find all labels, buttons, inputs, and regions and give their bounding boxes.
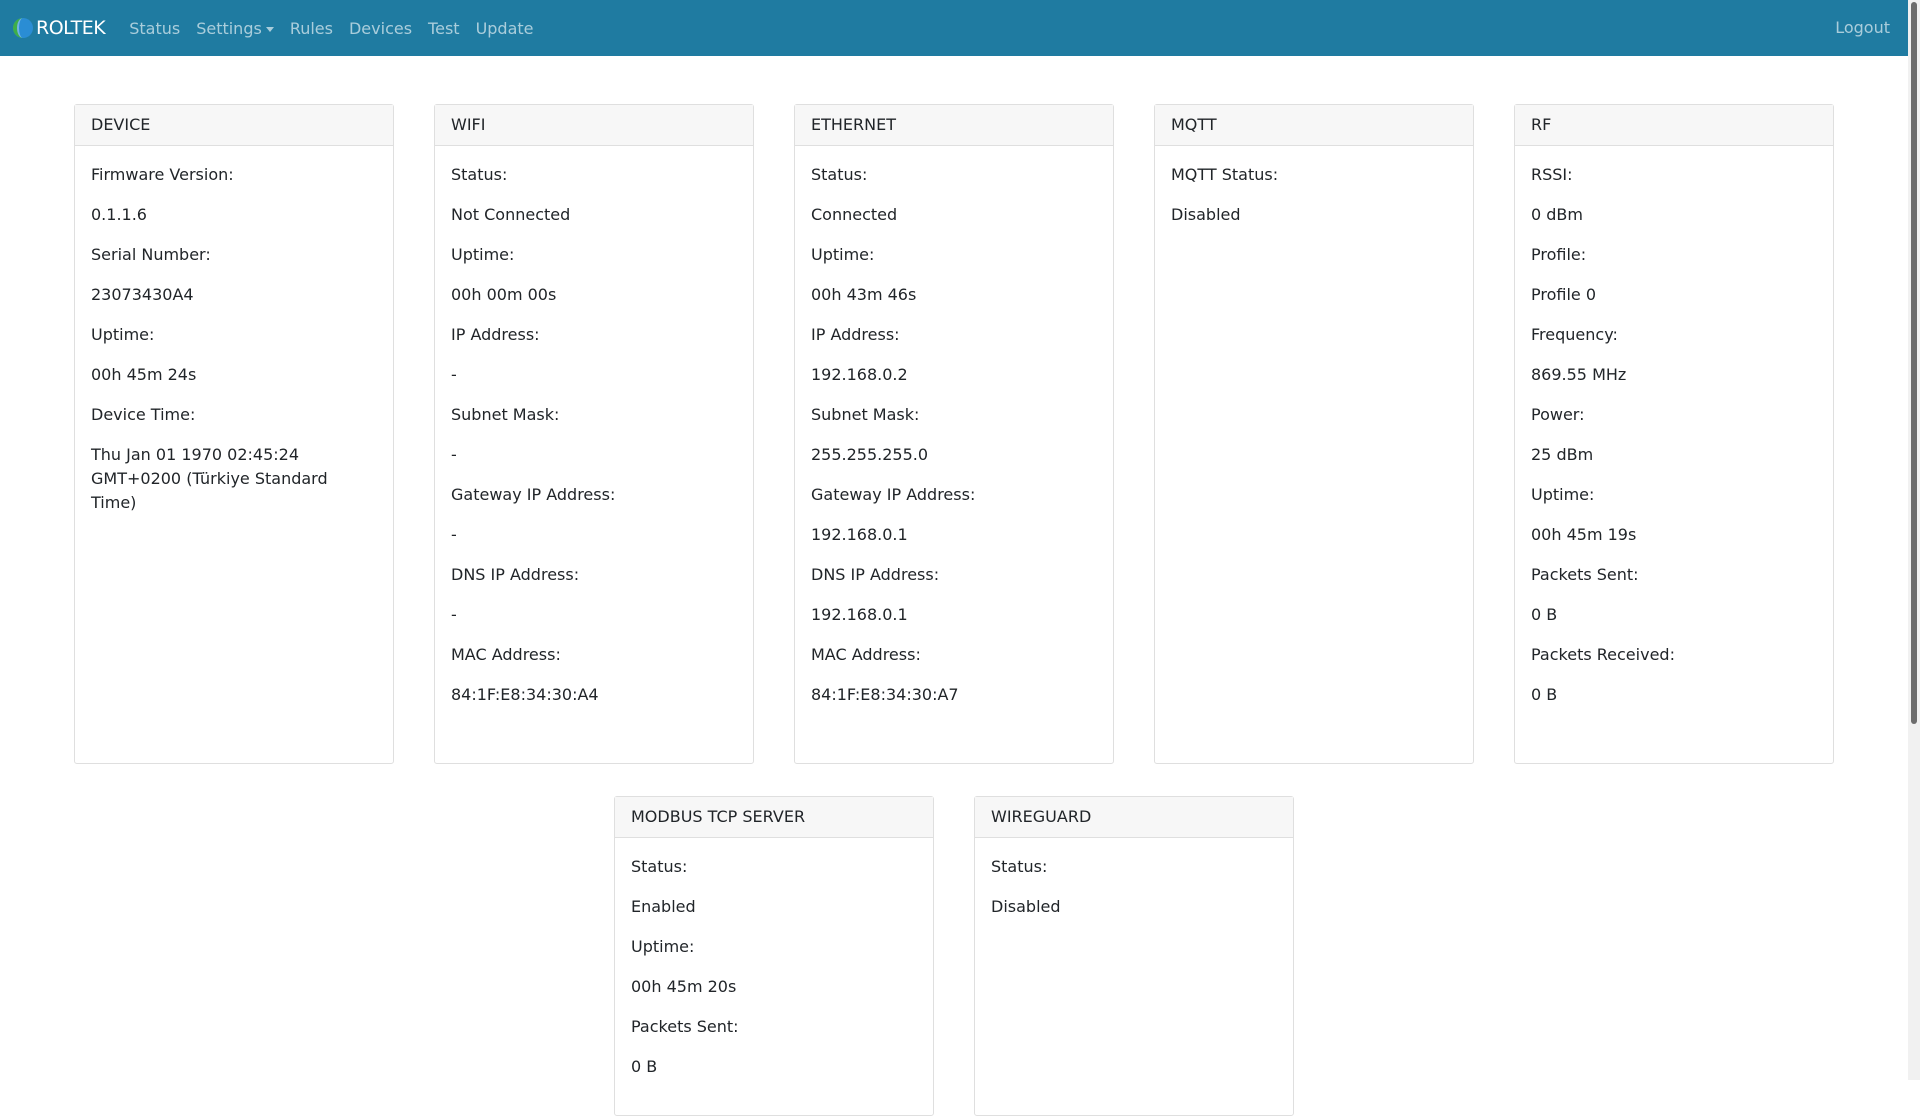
nav-settings-dropdown[interactable]: Settings xyxy=(188,19,282,38)
ethernet-card: ETHERNET Status: Connected Uptime: 00h 43m … xyxy=(794,104,1114,764)
field-label: Serial Number: xyxy=(91,245,211,264)
field-label: IP Address: xyxy=(811,325,900,344)
field-label: MAC Address: xyxy=(451,645,561,664)
field-label: Uptime: xyxy=(91,325,155,344)
field-label: Status: xyxy=(811,165,868,184)
field-label: Device Time: xyxy=(91,405,196,424)
brand[interactable]: ROLTEK xyxy=(12,17,106,39)
field-value: 192.168.0.2 xyxy=(811,365,908,384)
brand-name: ROLTEK xyxy=(36,17,106,39)
nav-update[interactable]: Update xyxy=(468,19,542,38)
card-header: MODBUS TCP SERVER xyxy=(615,797,933,838)
card-header: RF xyxy=(1515,105,1833,146)
field-label: Packets Sent: xyxy=(1531,565,1639,584)
field-value: - xyxy=(451,445,457,464)
card-body: Status: Enabled Uptime: 00h 45m 20s Packets … xyxy=(615,838,933,1079)
field-value: 192.168.0.1 xyxy=(811,605,908,624)
field-value: 23073430A4 xyxy=(91,285,194,304)
logout-link[interactable]: Logout xyxy=(1835,0,1890,56)
field-value: Enabled xyxy=(631,897,696,916)
field-label: Packets Sent: xyxy=(631,1017,739,1036)
nav-devices[interactable]: Devices xyxy=(341,19,420,38)
field-label: RSSI: xyxy=(1531,165,1573,184)
field-value: Not Connected xyxy=(451,205,571,224)
card-body: Status: Not Connected Uptime: 00h 00m 00s IP… xyxy=(435,146,753,707)
device-card: DEVICE Firmware Version: 0.1.1.6 Serial Nu… xyxy=(74,104,394,764)
wireguard-card: WIREGUARD Status: Disabled xyxy=(974,796,1294,1116)
field-value: 84:1F:E8:34:30:A7 xyxy=(811,685,959,704)
field-label: Frequency: xyxy=(1531,325,1618,344)
field-label: DNS IP Address: xyxy=(811,565,940,584)
field-label: DNS IP Address: xyxy=(451,565,580,584)
field-value: 0 B xyxy=(1531,685,1558,704)
field-value: Thu Jan 01 1970 02:45:24 GMT+0200 (Türki… xyxy=(91,445,328,512)
field-value: 192.168.0.1 xyxy=(811,525,908,544)
field-value: - xyxy=(451,605,457,624)
page-scrollbar[interactable] xyxy=(1908,0,1920,1080)
card-header: WIFI xyxy=(435,105,753,146)
field-label: Uptime: xyxy=(1531,485,1595,504)
field-label: Gateway IP Address: xyxy=(451,485,616,504)
field-value: 00h 43m 46s xyxy=(811,285,917,304)
roltek-logo-icon xyxy=(13,18,33,38)
card-header: DEVICE xyxy=(75,105,393,146)
field-label: Status: xyxy=(631,857,688,876)
field-label: Uptime: xyxy=(811,245,875,264)
card-header: ETHERNET xyxy=(795,105,1113,146)
field-label: Packets Received: xyxy=(1531,645,1675,664)
field-label: Status: xyxy=(991,857,1048,876)
field-label: IP Address: xyxy=(451,325,540,344)
field-label: Subnet Mask: xyxy=(451,405,560,424)
card-body: RSSI: 0 dBm Profile: Profile 0 Frequency: 869… xyxy=(1515,146,1833,707)
field-value: Profile 0 xyxy=(1531,285,1597,304)
field-value: Disabled xyxy=(1171,205,1241,224)
field-value: - xyxy=(451,365,457,384)
field-label: Status: xyxy=(451,165,508,184)
field-value: 84:1F:E8:34:30:A4 xyxy=(451,685,599,704)
field-label: Firmware Version: xyxy=(91,165,234,184)
rf-card: RF RSSI: 0 dBm Profile: Profile 0 Frequency:… xyxy=(1514,104,1834,764)
field-value: 00h 00m 00s xyxy=(451,285,557,304)
field-value: - xyxy=(451,525,457,544)
field-label: Uptime: xyxy=(451,245,515,264)
field-label: Subnet Mask: xyxy=(811,405,920,424)
field-value: 00h 45m 20s xyxy=(631,977,737,996)
mqtt-card: MQTT MQTT Status: Disabled xyxy=(1154,104,1474,764)
field-label: Uptime: xyxy=(631,937,695,956)
field-value: 25 dBm xyxy=(1531,445,1594,464)
top-navbar: ROLTEK Status Settings Rules Devices Tes… xyxy=(0,0,1908,56)
field-value: 0 B xyxy=(631,1057,658,1076)
field-label: MAC Address: xyxy=(811,645,921,664)
field-label: MQTT Status: xyxy=(1171,165,1279,184)
wifi-card: WIFI Status: Not Connected Uptime: 00h 00m … xyxy=(434,104,754,764)
card-body: Status: Disabled xyxy=(975,838,1293,919)
field-value: 869.55 MHz xyxy=(1531,365,1627,384)
nav-status[interactable]: Status xyxy=(121,19,188,38)
modbus-tcp-server-card: MODBUS TCP SERVER Status: Enabled Uptime: 0… xyxy=(614,796,934,1116)
nav-test[interactable]: Test xyxy=(420,19,468,38)
field-value: Connected xyxy=(811,205,898,224)
caret-down-icon xyxy=(265,26,274,32)
card-header: MQTT xyxy=(1155,105,1473,146)
card-body: Firmware Version: 0.1.1.6 Serial Number: 23… xyxy=(75,146,393,515)
field-label: Power: xyxy=(1531,405,1585,424)
field-value: 0.1.1.6 xyxy=(91,205,147,224)
field-value: 255.255.255.0 xyxy=(811,445,929,464)
card-body: Status: Connected Uptime: 00h 43m 46s IP Add… xyxy=(795,146,1113,707)
field-value: 0 dBm xyxy=(1531,205,1583,224)
scrollbar-thumb[interactable] xyxy=(1911,2,1917,724)
field-label: Gateway IP Address: xyxy=(811,485,976,504)
field-label: Profile: xyxy=(1531,245,1587,264)
nav-settings-label: Settings xyxy=(196,18,262,38)
field-value: 00h 45m 19s xyxy=(1531,525,1637,544)
card-body: MQTT Status: Disabled xyxy=(1155,146,1473,227)
field-value: Disabled xyxy=(991,897,1061,916)
nav-rules[interactable]: Rules xyxy=(282,19,341,38)
field-value: 0 B xyxy=(1531,605,1558,624)
card-header: WIREGUARD xyxy=(975,797,1293,838)
field-value: 00h 45m 24s xyxy=(91,365,197,384)
